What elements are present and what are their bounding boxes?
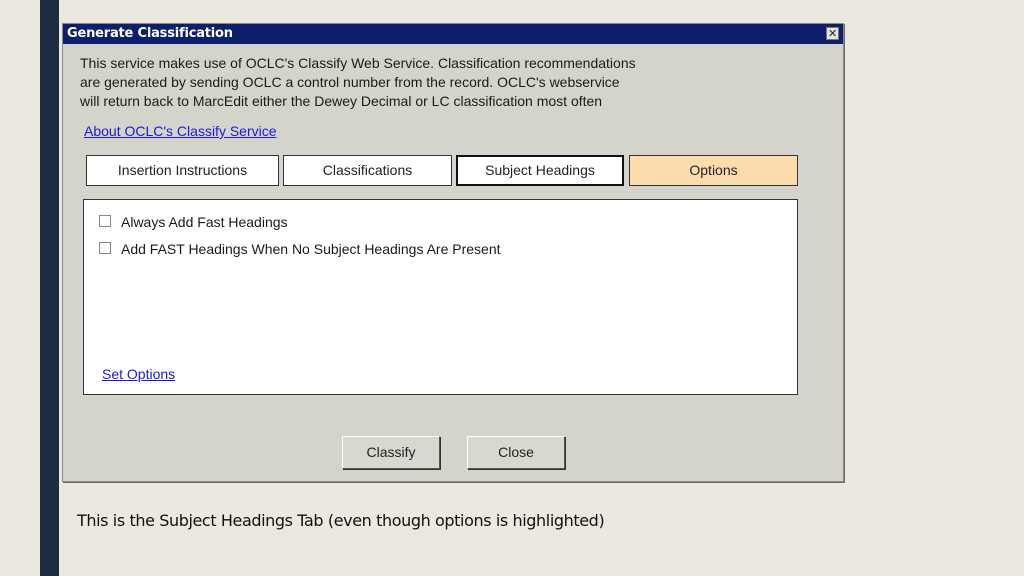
subject-headings-panel: Always Add Fast Headings Add FAST Headin… [83,199,798,395]
add-fast-when-none-option[interactable]: Add FAST Headings When No Subject Headin… [99,241,501,257]
always-add-fast-option[interactable]: Always Add Fast Headings [99,214,288,230]
option-label: Always Add Fast Headings [121,214,288,230]
tab-classifications[interactable]: Classifications [283,155,452,186]
slide-accent-bar [40,0,59,576]
about-oclc-classify-link[interactable]: About OCLC's Classify Service [84,123,277,139]
tab-options[interactable]: Options [629,155,798,186]
close-icon[interactable]: ✕ [826,27,839,40]
dialog-title: Generate Classification [67,26,233,41]
generate-classification-dialog: Generate Classification ✕ This service m… [62,23,844,482]
description-line: will return back to MarcEdit either the … [80,93,603,109]
always-add-fast-checkbox[interactable] [99,214,111,227]
option-label: Add FAST Headings When No Subject Headin… [121,241,501,257]
add-fast-when-none-checkbox[interactable] [99,241,111,254]
description-line: This service makes use of OCLC's Classif… [80,55,636,71]
service-description: This service makes use of OCLC's Classif… [80,54,636,111]
slide-caption: This is the Subject Headings Tab (even t… [77,511,605,530]
classify-button[interactable]: Classify [342,436,440,469]
tab-subject-headings[interactable]: Subject Headings [456,155,624,186]
description-line: are generated by sending OCLC a control … [80,74,620,90]
tab-insertion-instructions[interactable]: Insertion Instructions [86,155,279,186]
dialog-titlebar: Generate Classification ✕ [63,24,843,44]
close-button[interactable]: Close [467,436,565,469]
set-options-link[interactable]: Set Options [102,366,175,382]
